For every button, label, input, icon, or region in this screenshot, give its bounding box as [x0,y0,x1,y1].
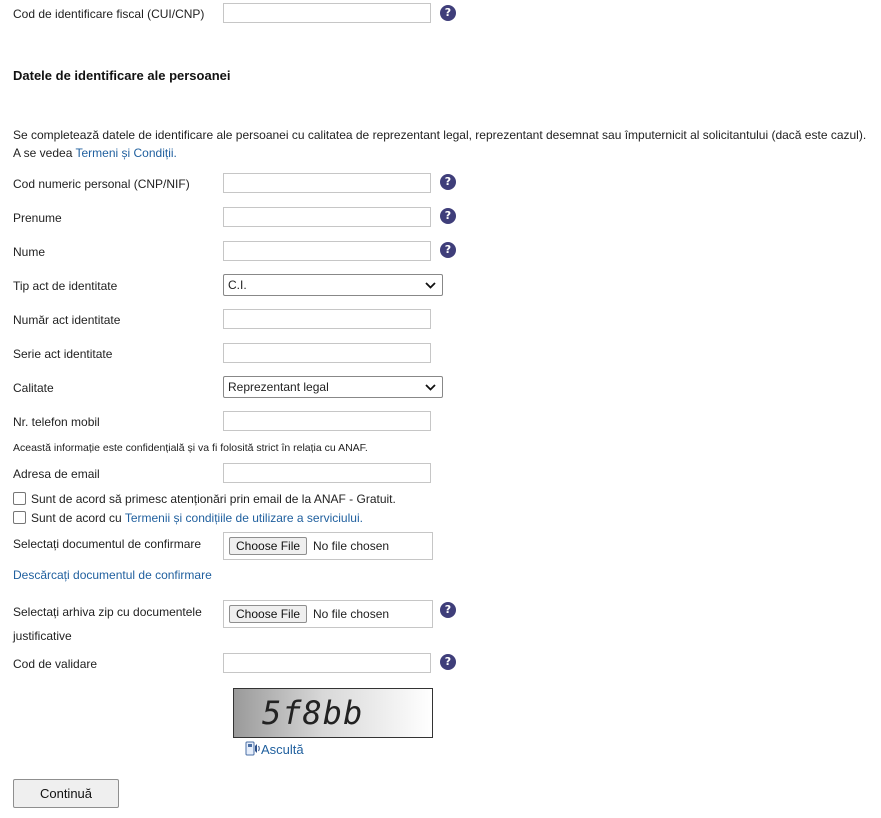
terms-link[interactable]: Termeni și Condiții. [76,146,177,160]
terms-agree-label: Sunt de acord cu Termenii și condițiile … [31,511,363,525]
validation-code-input[interactable] [223,653,431,673]
id-number-label: Număr act identitate [13,313,121,327]
help-icon[interactable]: ? [440,208,456,224]
first-name-label: Prenume [13,211,62,225]
help-icon[interactable]: ? [440,602,456,618]
first-name-input[interactable] [223,207,431,227]
choose-file-button[interactable]: Choose File [229,537,308,555]
section-intro: Se completează datele de identificare al… [13,128,867,142]
terms-note: A se vedea Termeni și Condiții. [13,146,177,160]
download-confirm-doc-link[interactable]: Descărcați documentul de confirmare [13,568,212,582]
cnp-label: Cod numeric personal (CNP/NIF) [13,177,190,191]
email-alerts-checkbox[interactable] [13,492,26,505]
choose-file-button[interactable]: Choose File [229,605,308,623]
terms-conditions-link[interactable]: Termenii și condițiile de utilizare a se… [125,511,363,525]
chevron-down-icon [425,384,436,391]
email-alerts-label: Sunt de acord să primesc atenționări pri… [31,492,396,506]
file-status: No file chosen [313,539,390,553]
capacity-select[interactable]: Reprezentant legal [223,376,443,398]
zip-label-continued: justificative [13,629,72,643]
speaker-icon [245,741,260,756]
terms-agree-checkbox[interactable] [13,511,26,524]
id-series-label: Serie act identitate [13,347,113,361]
phone-label: Nr. telefon mobil [13,415,100,429]
last-name-input[interactable] [223,241,431,261]
captcha-image: 5f8bb [233,688,433,738]
file-status: No file chosen [313,607,390,621]
confirm-doc-label: Selectați documentul de confirmare [13,537,202,551]
listen-label: Ascultă [261,742,304,757]
captcha-text: 5f8bb [262,694,364,732]
fiscal-code-label: Cod de identificare fiscal (CUI/CNP) [13,7,205,21]
help-icon[interactable]: ? [440,174,456,190]
fiscal-code-input[interactable] [223,3,431,23]
capacity-label: Calitate [13,381,54,395]
zip-label: Selectați arhiva zip cu documentele [13,605,202,619]
id-type-value: C.I. [228,278,247,292]
phone-input[interactable] [223,411,431,431]
chevron-down-icon [425,282,436,289]
id-type-label: Tip act de identitate [13,279,118,293]
help-icon[interactable]: ? [440,654,456,670]
validation-code-label: Cod de validare [13,657,98,671]
section-title: Datele de identificare ale persoanei [13,68,231,83]
help-icon[interactable]: ? [440,242,456,258]
help-icon[interactable]: ? [440,5,456,21]
id-type-select[interactable]: C.I. [223,274,443,296]
capacity-value: Reprezentant legal [228,380,329,394]
email-label: Adresa de email [13,467,100,481]
listen-audio-link[interactable]: Ascultă [245,741,304,757]
last-name-label: Nume [13,245,46,259]
cnp-input[interactable] [223,173,431,193]
terms-note-prefix: A se vedea [13,146,76,160]
id-number-input[interactable] [223,309,431,329]
zip-file-input[interactable]: Choose File No file chosen [223,600,433,628]
email-input[interactable] [223,463,431,483]
terms-agree-prefix: Sunt de acord cu [31,511,125,525]
confirm-doc-file-input[interactable]: Choose File No file chosen [223,532,433,560]
phone-note: Această informație este confidențială și… [13,442,368,454]
continue-button[interactable]: Continuă [13,779,119,808]
id-series-input[interactable] [223,343,431,363]
